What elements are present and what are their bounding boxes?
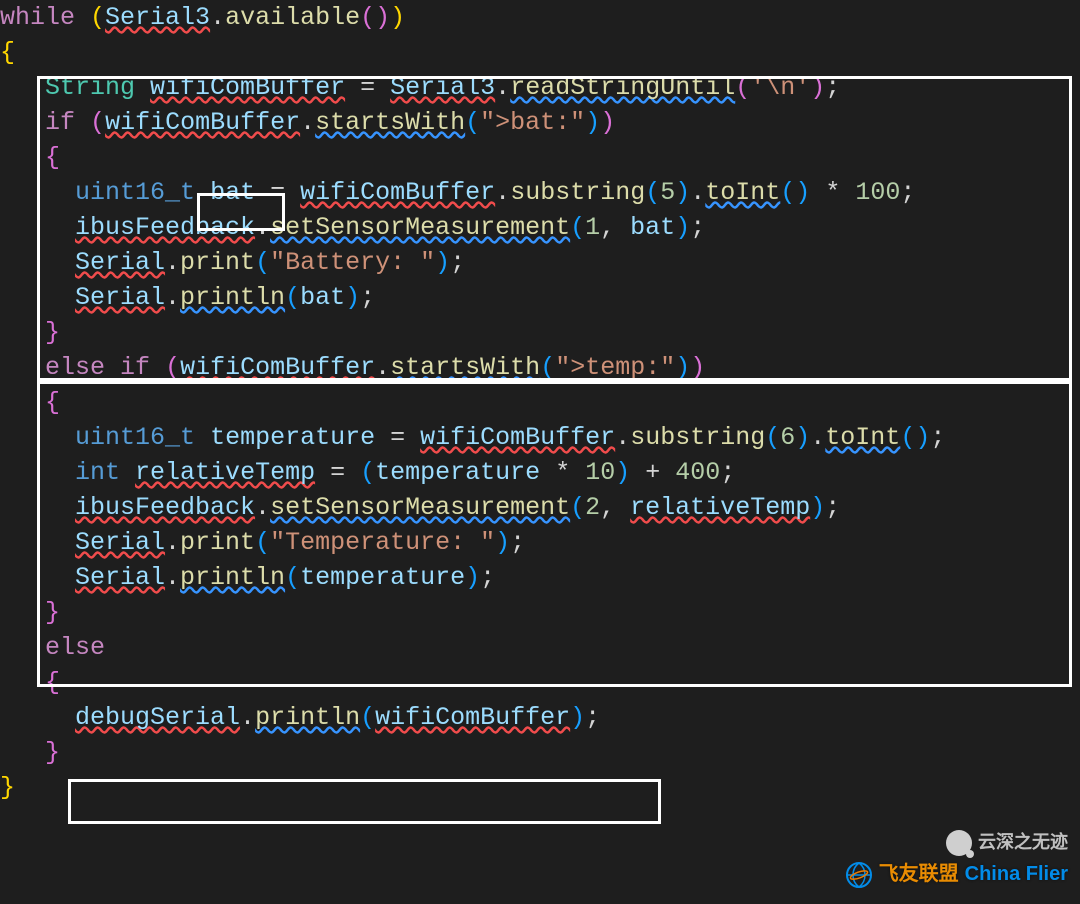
watermark-wechat: 云深之无迹: [946, 825, 1068, 860]
var-debugSerial: debugSerial: [75, 703, 240, 732]
code-line: debugSerial.println(wifiComBuffer);: [0, 703, 600, 732]
watermark-tag: 飞友联盟: [879, 857, 959, 892]
code-line: ibusFeedback.setSensorMeasurement(1, bat…: [0, 213, 705, 242]
watermark-brand-text: China Flier: [965, 857, 1068, 892]
var-temperature: temperature: [210, 423, 375, 452]
code-line: ibusFeedback.setSensorMeasurement(2, rel…: [0, 493, 840, 522]
watermark-wechat-text: 云深之无迹: [978, 825, 1068, 860]
code-line: Serial.print("Temperature: ");: [0, 528, 525, 557]
code-line: if (wifiComBuffer.startsWith(">bat:")): [0, 108, 615, 137]
brace: {: [0, 38, 15, 67]
code-line: uint16_t bat = wifiComBuffer.substring(5…: [0, 178, 915, 207]
code-line: {: [0, 668, 60, 697]
code-line: Serial.println(bat);: [0, 283, 375, 312]
code-line: String wifiComBuffer = Serial3.readStrin…: [0, 73, 840, 102]
globe-icon: [845, 861, 873, 889]
code-line: }: [0, 773, 15, 802]
code-line: Serial.print("Battery: ");: [0, 248, 465, 277]
code-line: Serial.println(temperature);: [0, 563, 495, 592]
code-line: uint16_t temperature = wifiComBuffer.sub…: [0, 423, 945, 452]
code-line: }: [0, 738, 60, 767]
code-editor[interactable]: while (Serial3.available()) { String wif…: [0, 0, 1080, 805]
code-line: else: [0, 633, 105, 662]
code-line: {: [0, 388, 60, 417]
var-relativeTemp: relativeTemp: [135, 458, 315, 487]
watermark-brand: 飞友联盟 China Flier: [845, 857, 1068, 892]
identifier: Serial3: [105, 3, 210, 32]
method: available: [225, 3, 360, 32]
code-line: }: [0, 598, 60, 627]
var-bat: bat: [210, 178, 255, 207]
code-line: int relativeTemp = (temperature * 10) + …: [0, 458, 735, 487]
wechat-icon: [946, 830, 972, 856]
keyword-else: else: [45, 353, 105, 382]
keyword-if: if: [45, 108, 75, 137]
code-line: }: [0, 318, 60, 347]
code-line: {: [0, 38, 15, 67]
code-line: {: [0, 143, 60, 172]
keyword-while: while: [0, 3, 75, 32]
code-line: else if (wifiComBuffer.startsWith(">temp…: [0, 353, 705, 382]
code-line: while (Serial3.available()): [0, 3, 405, 32]
var-wifiComBuffer: wifiComBuffer: [150, 73, 345, 102]
type: String: [45, 73, 135, 102]
